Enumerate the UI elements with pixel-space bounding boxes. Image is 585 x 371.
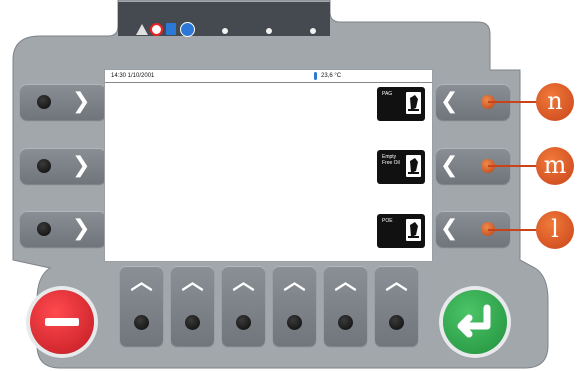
callout-l: l [536, 211, 574, 249]
chevron-up-icon: ︿ [385, 270, 408, 295]
softkey-label: POE [382, 218, 393, 224]
leader-line-l [488, 229, 540, 231]
service-blue-icon [180, 22, 195, 37]
bottom-key-4[interactable]: ︿ [273, 266, 316, 346]
callout-n: n [536, 83, 574, 121]
softkey-pag[interactable]: PAG [377, 87, 425, 121]
callout-m: m [536, 147, 574, 185]
operator-manual-icon [166, 23, 176, 35]
chevron-right-icon: ❯ [72, 89, 91, 114]
softkey-poe[interactable]: POE [377, 214, 425, 248]
oil-bottle-icon [406, 92, 421, 114]
temperature-text: 23,6 °C [321, 73, 342, 79]
minus-icon [45, 318, 79, 326]
leader-line-n [488, 101, 540, 103]
chevron-up-icon: ︿ [130, 270, 153, 295]
key-dot [37, 159, 51, 173]
indicator-led-1 [222, 28, 228, 34]
chevron-right-icon: ❯ [72, 153, 91, 178]
lcd-screen: 14:30 1/10/2001 23,6 °C PAG Empty Free O… [104, 69, 433, 262]
bottom-key-3[interactable]: ︿ [222, 266, 265, 346]
bottom-key-1[interactable]: ︿ [120, 266, 163, 346]
key-dot [37, 95, 51, 109]
enter-arrow-icon [457, 304, 491, 338]
bottom-key-6[interactable]: ︿ [375, 266, 418, 346]
top-indicator-strip [136, 22, 326, 40]
thermometer-icon [314, 72, 317, 80]
bottom-key-5[interactable]: ︿ [324, 266, 367, 346]
bottom-key-2[interactable]: ︿ [171, 266, 214, 346]
left-key-2[interactable]: ❯ [20, 148, 106, 184]
chevron-right-icon: ❯ [72, 216, 91, 241]
key-dot [185, 315, 200, 330]
indicator-led-2 [266, 28, 272, 34]
datetime-text: 14:30 1/10/2001 [111, 73, 155, 79]
chevron-left-icon: ❮ [440, 153, 459, 178]
chevron-up-icon: ︿ [232, 270, 255, 295]
left-key-3[interactable]: ❯ [20, 211, 106, 247]
chevron-up-icon: ︿ [283, 270, 306, 295]
oil-bottle-icon [406, 219, 421, 241]
softkey-label: Empty Free Oil [382, 154, 400, 166]
softkey-empty-free-oil[interactable]: Empty Free Oil [377, 150, 425, 184]
leader-line-m [488, 165, 540, 167]
key-dot [37, 222, 51, 236]
prohibited-icon [150, 23, 163, 36]
chevron-up-icon: ︿ [334, 270, 357, 295]
key-dot [236, 315, 251, 330]
oil-bottle-icon [406, 155, 421, 177]
status-bar: 14:30 1/10/2001 23,6 °C [105, 70, 432, 83]
key-dot [134, 315, 149, 330]
chevron-up-icon: ︿ [181, 270, 204, 295]
left-key-1[interactable]: ❯ [20, 84, 106, 120]
chevron-left-icon: ❮ [440, 89, 459, 114]
enter-button[interactable] [443, 290, 507, 354]
key-dot [389, 315, 404, 330]
chevron-left-icon: ❮ [440, 216, 459, 241]
key-dot [338, 315, 353, 330]
warning-triangle-icon [136, 24, 148, 35]
softkey-label: PAG [382, 91, 393, 97]
indicator-led-3 [310, 28, 316, 34]
key-dot [287, 315, 302, 330]
stop-button[interactable] [30, 290, 94, 354]
